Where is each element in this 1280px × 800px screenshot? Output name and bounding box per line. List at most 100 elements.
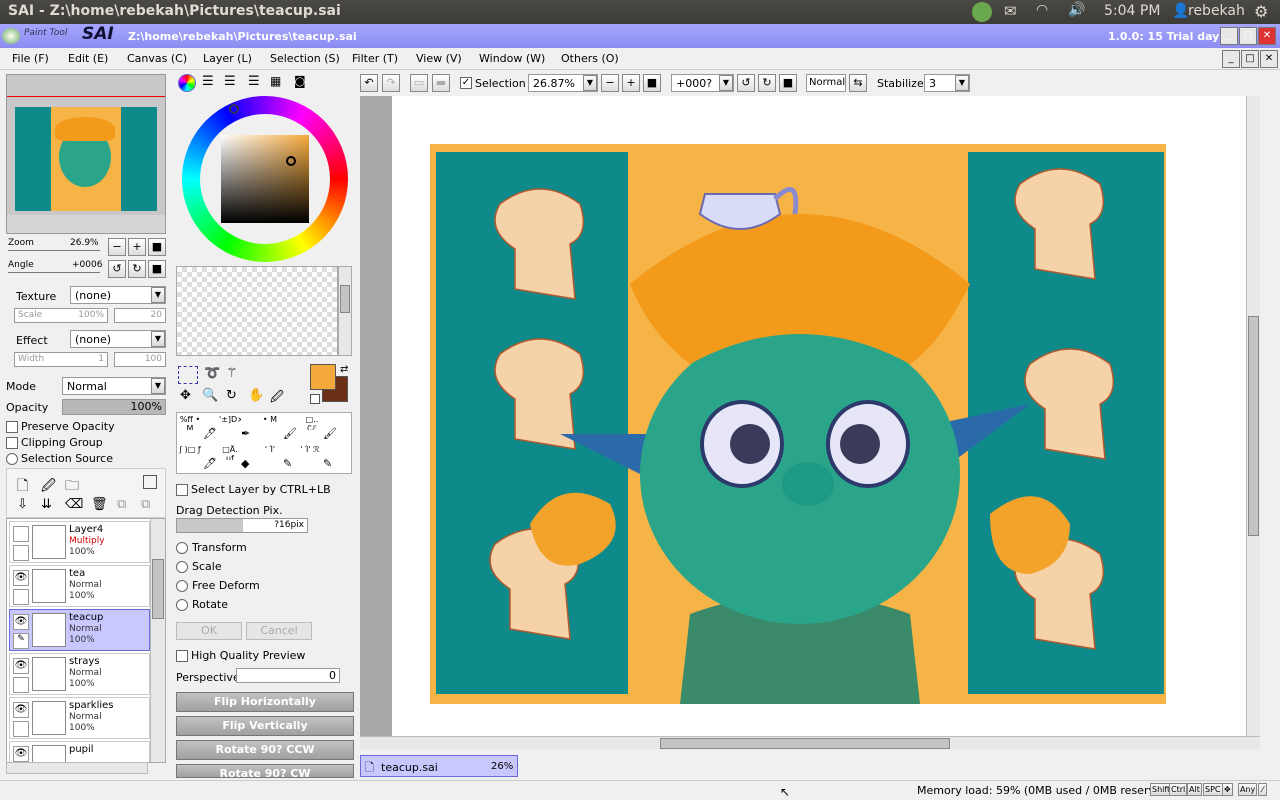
zoom-out-icon[interactable]: − [601,74,619,92]
scratchpad-tab-icon[interactable]: ◙ [294,74,306,88]
clipping-group-checkbox[interactable] [6,437,18,449]
menu-window[interactable]: Window (W) [479,52,545,65]
zoom-in-icon[interactable]: + [622,74,640,92]
nav-rotate-reset-icon[interactable]: ■ [148,260,166,278]
ok-button[interactable]: OK [176,622,242,640]
move-tool-icon[interactable]: ✥ [180,388,191,403]
marker-tool[interactable]: ʃ )□ ƒ [179,445,201,460]
canvas-hscroll-thumb[interactable] [660,738,950,749]
intermediate-tab-icon[interactable]: ☰ [248,74,260,89]
rotate-cw-button[interactable]: Rotate 90? CW [176,764,354,778]
airbrush-tool[interactable]: '±]D×¼ [219,415,241,430]
opacity-slider[interactable]: 100% [62,399,166,415]
layer-row-sparklies[interactable]: 👁 sparklies Normal 100% [9,697,150,739]
new-layer-icon[interactable]: 🗋 [17,475,28,499]
menu-selection[interactable]: Selection (S) [270,52,340,65]
zoom-dropdown[interactable]: 26.87% ▼ [528,74,598,92]
mail-icon[interactable]: ✉ [1004,2,1017,20]
canvas-hscrollbar[interactable] [360,736,1260,750]
canvas-vscrollbar[interactable] [1246,96,1260,736]
menu-edit[interactable]: Edit (E) [68,52,108,65]
primary-color-swatch[interactable] [310,364,336,390]
texture-dropdown[interactable]: (none) ▼ [70,286,166,304]
select-eraser-tool[interactable]: ' Ί' ℛ [299,445,321,460]
swatches-tab-icon[interactable]: ▦ [270,74,281,88]
layer-scrollbar[interactable] [150,519,165,762]
rotate-right-icon[interactable]: ↻ [758,74,776,92]
rotate-tool-icon[interactable]: ↻ [226,388,237,403]
new-folder-icon[interactable]: 🗀 [65,475,79,499]
nav-zoom-in-icon[interactable]: + [128,238,146,256]
username[interactable]: rebekah [1188,3,1245,19]
doc-minimize-button[interactable]: _ [1222,50,1240,68]
nav-rotate-left-icon[interactable]: ↺ [108,260,126,278]
angle-slider[interactable] [8,272,100,273]
effect-dropdown[interactable]: (none) ▼ [70,330,166,348]
nav-rotate-right-icon[interactable]: ↻ [128,260,146,278]
lasso-tool-icon[interactable]: ➰ [204,366,220,381]
clock[interactable]: 5:04 PM [1104,3,1160,19]
menu-others[interactable]: Others (O) [561,52,619,65]
transfer-down-icon[interactable]: ⧉ [117,497,126,512]
eyedropper-tool-icon[interactable]: 🖉 [270,388,284,410]
clear-layer-icon[interactable]: ⌫ [65,497,83,512]
deselect-icon[interactable]: ▭ [410,74,428,92]
merge-down-icon[interactable]: ⇩ [17,497,28,512]
layer-row-tea[interactable]: 👁 tea Normal 100% [9,565,150,607]
angle-dropdown[interactable]: +000? ▼ [671,74,734,92]
menu-layer[interactable]: Layer (L) [203,52,252,65]
free-deform-radio[interactable] [176,580,188,592]
undo-icon[interactable]: ↶ [360,74,378,92]
rotate-reset-icon[interactable]: ■ [779,74,797,92]
transform-radio[interactable] [176,542,188,554]
preserve-opacity-checkbox[interactable] [6,421,18,433]
eye-icon[interactable]: 👁 [13,702,29,718]
selection-checkbox[interactable]: ✓ [460,77,472,89]
rgb-slider-tab-icon[interactable]: ☰ [202,74,214,89]
rotate-radio[interactable] [176,599,188,611]
scale-field[interactable]: Scale 100% [14,308,108,323]
color-wheel[interactable] [182,96,348,262]
eye-icon[interactable]: 👁 [13,570,29,586]
swap-colors-icon[interactable]: ⇄ [340,364,348,375]
doc-restore-button[interactable]: □ [1241,50,1259,68]
width-field[interactable]: Width 1 [14,352,108,367]
layer-row-strays[interactable]: 👁 strays Normal 100% [9,653,150,695]
menu-canvas[interactable]: Canvas (C) [127,52,187,65]
brush-tool[interactable]: • M [259,415,281,430]
menu-filter[interactable]: Filter (T) [352,52,398,65]
zoom-tool-icon[interactable]: 🔍 [202,388,218,403]
hsv-slider-tab-icon[interactable]: ☰ [224,74,236,89]
layer-mode-dropdown[interactable]: Normal ▼ [62,377,166,395]
layer-mask-icon[interactable] [143,475,157,489]
update-indicator-icon[interactable] [972,2,992,22]
menu-file[interactable]: File (F) [12,52,49,65]
eye-icon[interactable]: 👁 [13,658,29,674]
new-linework-layer-icon[interactable]: 🖉 [41,475,56,499]
visibility-toggle[interactable] [13,526,29,542]
eraser-tool[interactable]: □Å. µƒ [219,445,241,460]
rect-select-tool-icon[interactable] [178,366,198,384]
lock-toggle[interactable] [13,545,29,561]
flip-horizontally-button[interactable]: Flip Horizontally [176,692,354,712]
selection-source-radio[interactable] [6,453,18,465]
sv-marker[interactable] [286,156,296,166]
maximize-button[interactable]: □ [1239,27,1257,45]
drag-detection-slider[interactable]: ?16pix [176,518,308,533]
stabilizer-dropdown[interactable]: 3 ▼ [924,74,970,92]
document-tab[interactable]: 🗋 teacup.sai 26% [360,755,518,777]
trash-icon[interactable]: 🗑 [91,497,108,512]
canvas-viewport[interactable] [360,96,1260,736]
color-wheel-tab-icon[interactable] [178,74,196,92]
hq-preview-checkbox[interactable] [176,650,188,662]
layer-row-teacup[interactable]: 👁 ✎ teacup Normal 100% [9,609,150,651]
brush-icon[interactable]: ✎ [13,633,29,649]
zoom-reset-icon[interactable]: ■ [643,74,661,92]
flip-view-icon[interactable]: ⇆ [849,74,867,92]
merge-visible-icon[interactable]: ⇊ [41,497,52,512]
eye-icon[interactable]: 👁 [13,746,29,762]
zoom-slider[interactable] [8,250,100,251]
lock-toggle[interactable] [13,589,29,605]
navigator-preview[interactable] [6,74,166,234]
eye-icon[interactable]: 👁 [13,614,29,630]
